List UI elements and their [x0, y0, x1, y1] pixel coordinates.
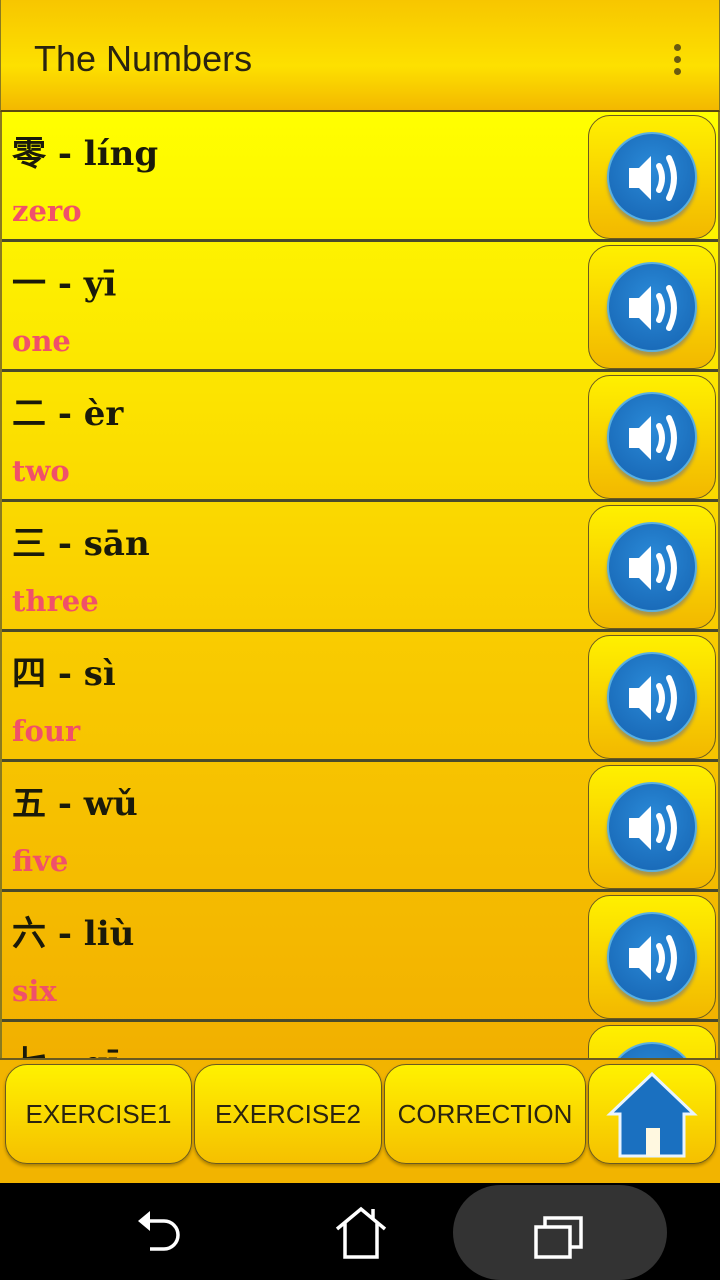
list-item: 三 - sān three: [2, 502, 718, 632]
home-button[interactable]: [588, 1064, 716, 1164]
exercise2-button[interactable]: EXERCISE2: [194, 1064, 382, 1164]
speaker-icon: [629, 675, 677, 721]
speaker-icon: [629, 415, 677, 461]
speaker-icon: [629, 805, 677, 851]
play-audio-button[interactable]: [588, 505, 716, 629]
play-audio-button[interactable]: [588, 245, 716, 369]
speaker-icon: [629, 155, 677, 201]
list-item: 五 - wǔ five: [2, 762, 718, 892]
play-audio-button[interactable]: [588, 635, 716, 759]
list-item: 四 - sì four: [2, 632, 718, 762]
recents-icon: [534, 1216, 583, 1259]
play-audio-button[interactable]: [588, 375, 716, 499]
english-word: three: [12, 584, 99, 618]
play-audio-button[interactable]: [588, 765, 716, 889]
page-title: The Numbers: [34, 38, 253, 79]
play-audio-button[interactable]: [588, 895, 716, 1019]
list-item: 一 - yī one: [2, 242, 718, 372]
list-item: 零 - líng zero: [2, 112, 718, 242]
chinese-pinyin: 六 - liù: [12, 914, 135, 954]
chinese-pinyin: 五 - wǔ: [12, 784, 138, 824]
english-word: two: [12, 454, 70, 488]
home-icon: [606, 1071, 698, 1158]
app-bar: The Numbers: [0, 0, 720, 112]
play-audio-button[interactable]: [588, 1025, 716, 1058]
exercise1-button[interactable]: EXERCISE1: [5, 1064, 192, 1164]
play-audio-button[interactable]: [588, 115, 716, 239]
list-item: 七 - qī: [2, 1022, 718, 1058]
english-word: five: [12, 844, 69, 878]
english-word: one: [12, 324, 71, 358]
speaker-icon: [607, 1048, 697, 1058]
more-vert-icon[interactable]: [669, 44, 685, 80]
speaker-icon: [629, 935, 677, 981]
chinese-pinyin: 零 - líng: [12, 134, 159, 174]
recents-button[interactable]: [453, 1185, 667, 1280]
bottom-bar: EXERCISE1 EXERCISE2 CORRECTION: [0, 1058, 720, 1183]
chinese-pinyin: 三 - sān: [12, 524, 150, 564]
back-icon[interactable]: [134, 1207, 190, 1257]
list-item: 六 - liù six: [2, 892, 718, 1022]
english-word: six: [12, 974, 57, 1008]
chinese-pinyin: 二 - èr: [12, 394, 124, 434]
numbers-list[interactable]: 零 - líng zero 一 - yī one 二 - èr two 三 - …: [0, 112, 720, 1058]
speaker-icon: [629, 545, 677, 591]
list-item: 二 - èr two: [2, 372, 718, 502]
correction-button[interactable]: CORRECTION: [384, 1064, 586, 1164]
system-nav-bar: [0, 1183, 720, 1280]
home-nav-icon[interactable]: [333, 1205, 389, 1261]
speaker-icon: [629, 285, 677, 331]
chinese-pinyin: 一 - yī: [12, 264, 117, 304]
chinese-pinyin: 七 - qī: [12, 1036, 120, 1058]
english-word: four: [12, 714, 81, 748]
chinese-pinyin: 四 - sì: [12, 654, 116, 694]
english-word: zero: [12, 194, 82, 228]
